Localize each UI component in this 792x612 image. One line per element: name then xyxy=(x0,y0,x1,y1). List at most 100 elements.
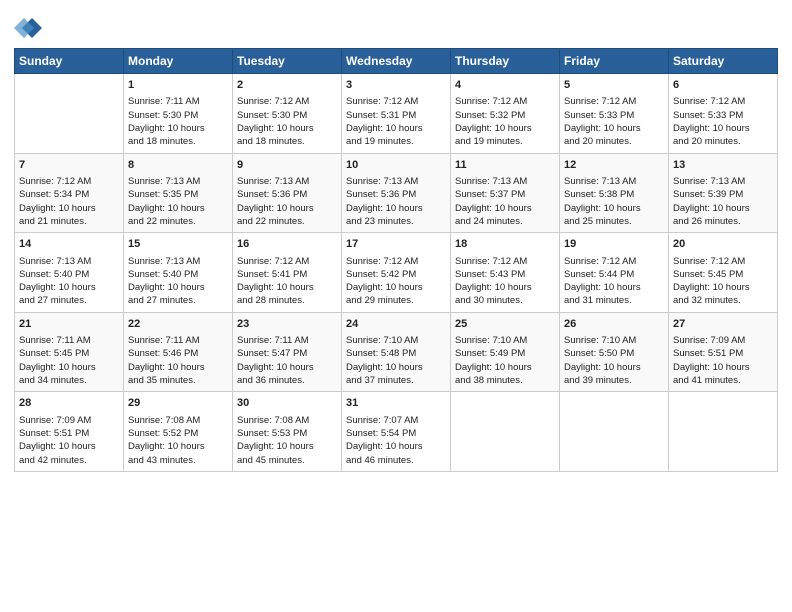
calendar-cell: 13Sunrise: 7:13 AM Sunset: 5:39 PM Dayli… xyxy=(669,153,778,233)
weekday-header-friday: Friday xyxy=(560,49,669,74)
calendar-cell: 8Sunrise: 7:13 AM Sunset: 5:35 PM Daylig… xyxy=(124,153,233,233)
cell-content: Sunrise: 7:10 AM Sunset: 5:49 PM Dayligh… xyxy=(455,334,555,387)
calendar-cell: 1 Sunrise: 7:11 AM Sunset: 5:30 PM Daylig… xyxy=(124,74,233,154)
cell-content: Sunrise: 7:09 AM Sunset: 5:51 PM Dayligh… xyxy=(19,414,119,467)
week-row-4: 21Sunrise: 7:11 AM Sunset: 5:45 PM Dayli… xyxy=(15,312,778,392)
calendar-table: SundayMondayTuesdayWednesdayThursdayFrid… xyxy=(14,48,778,472)
calendar-cell xyxy=(669,392,778,472)
calendar-cell: 6 Sunrise: 7:12 AM Sunset: 5:33 PM Daylig… xyxy=(669,74,778,154)
cell-content: Sunrise: 7:12 AM Sunset: 5:43 PM Dayligh… xyxy=(455,255,555,308)
calendar-cell: 30 Sunrise: 7:08 AM Sunset: 5:53 PM Dayli… xyxy=(233,392,342,472)
day-number: 29 xyxy=(128,396,228,411)
cell-content: Sunrise: 7:13 AM Sunset: 5:40 PM Dayligh… xyxy=(128,255,228,308)
calendar-cell xyxy=(560,392,669,472)
day-number: 20 xyxy=(673,237,773,252)
day-number: 2 xyxy=(237,78,337,93)
calendar-cell: 2Sunrise: 7:12 AM Sunset: 5:30 PM Daylig… xyxy=(233,74,342,154)
weekday-row: SundayMondayTuesdayWednesdayThursdayFrid… xyxy=(15,49,778,74)
day-number: 12 xyxy=(564,158,664,173)
calendar-cell: 24 Sunrise: 7:10 AM Sunset: 5:48 PM Dayli… xyxy=(342,312,451,392)
day-number: 31 xyxy=(346,396,446,411)
calendar-cell: 15 Sunrise: 7:13 AM Sunset: 5:40 PM Dayli… xyxy=(124,233,233,313)
week-row-5: 28 Sunrise: 7:09 AM Sunset: 5:51 PM Dayli… xyxy=(15,392,778,472)
weekday-header-sunday: Sunday xyxy=(15,49,124,74)
day-number: 25 xyxy=(455,317,555,332)
cell-content: Sunrise: 7:08 AM Sunset: 5:53 PM Dayligh… xyxy=(237,414,337,467)
cell-content: Sunrise: 7:12 AM Sunset: 5:32 PM Dayligh… xyxy=(455,95,555,148)
week-row-1: 1 Sunrise: 7:11 AM Sunset: 5:30 PM Daylig… xyxy=(15,74,778,154)
weekday-header-thursday: Thursday xyxy=(451,49,560,74)
weekday-header-saturday: Saturday xyxy=(669,49,778,74)
calendar-cell: 19 Sunrise: 7:12 AM Sunset: 5:44 PM Dayli… xyxy=(560,233,669,313)
day-number: 10 xyxy=(346,158,446,173)
calendar-cell: 5 Sunrise: 7:12 AM Sunset: 5:33 PM Daylig… xyxy=(560,74,669,154)
cell-content: Sunrise: 7:12 AM Sunset: 5:41 PM Dayligh… xyxy=(237,255,337,308)
day-number: 14 xyxy=(19,237,119,252)
day-number: 11 xyxy=(455,158,555,173)
calendar-cell: 31 Sunrise: 7:07 AM Sunset: 5:54 PM Dayli… xyxy=(342,392,451,472)
calendar-cell: 18Sunrise: 7:12 AM Sunset: 5:43 PM Dayli… xyxy=(451,233,560,313)
calendar-cell: 25 Sunrise: 7:10 AM Sunset: 5:49 PM Dayli… xyxy=(451,312,560,392)
calendar-cell: 26Sunrise: 7:10 AM Sunset: 5:50 PM Dayli… xyxy=(560,312,669,392)
cell-content: Sunrise: 7:12 AM Sunset: 5:45 PM Dayligh… xyxy=(673,255,773,308)
day-number: 5 xyxy=(564,78,664,93)
day-number: 17 xyxy=(346,237,446,252)
cell-content: Sunrise: 7:11 AM Sunset: 5:30 PM Dayligh… xyxy=(128,95,228,148)
weekday-header-monday: Monday xyxy=(124,49,233,74)
day-number: 15 xyxy=(128,237,228,252)
page-container: SundayMondayTuesdayWednesdayThursdayFrid… xyxy=(0,0,792,478)
day-number: 7 xyxy=(19,158,119,173)
calendar-cell: 23 Sunrise: 7:11 AM Sunset: 5:47 PM Dayli… xyxy=(233,312,342,392)
cell-content: Sunrise: 7:10 AM Sunset: 5:50 PM Dayligh… xyxy=(564,334,664,387)
cell-content: Sunrise: 7:13 AM Sunset: 5:40 PM Dayligh… xyxy=(19,255,119,308)
calendar-cell: 29 Sunrise: 7:08 AM Sunset: 5:52 PM Dayli… xyxy=(124,392,233,472)
cell-content: Sunrise: 7:11 AM Sunset: 5:46 PM Dayligh… xyxy=(128,334,228,387)
logo xyxy=(14,14,44,42)
calendar-cell xyxy=(451,392,560,472)
calendar-cell: 22Sunrise: 7:11 AM Sunset: 5:46 PM Dayli… xyxy=(124,312,233,392)
calendar-cell: 4 Sunrise: 7:12 AM Sunset: 5:32 PM Daylig… xyxy=(451,74,560,154)
cell-content: Sunrise: 7:10 AM Sunset: 5:48 PM Dayligh… xyxy=(346,334,446,387)
day-number: 24 xyxy=(346,317,446,332)
calendar-body: 1 Sunrise: 7:11 AM Sunset: 5:30 PM Daylig… xyxy=(15,74,778,472)
cell-content: Sunrise: 7:09 AM Sunset: 5:51 PM Dayligh… xyxy=(673,334,773,387)
day-number: 28 xyxy=(19,396,119,411)
header xyxy=(14,10,778,42)
calendar-cell: 27Sunrise: 7:09 AM Sunset: 5:51 PM Dayli… xyxy=(669,312,778,392)
calendar-cell: 9Sunrise: 7:13 AM Sunset: 5:36 PM Daylig… xyxy=(233,153,342,233)
cell-content: Sunrise: 7:08 AM Sunset: 5:52 PM Dayligh… xyxy=(128,414,228,467)
day-number: 1 xyxy=(128,78,228,93)
calendar-cell: 3Sunrise: 7:12 AM Sunset: 5:31 PM Daylig… xyxy=(342,74,451,154)
day-number: 4 xyxy=(455,78,555,93)
day-number: 19 xyxy=(564,237,664,252)
day-number: 6 xyxy=(673,78,773,93)
weekday-header-tuesday: Tuesday xyxy=(233,49,342,74)
cell-content: Sunrise: 7:13 AM Sunset: 5:37 PM Dayligh… xyxy=(455,175,555,228)
day-number: 3 xyxy=(346,78,446,93)
cell-content: Sunrise: 7:11 AM Sunset: 5:47 PM Dayligh… xyxy=(237,334,337,387)
cell-content: Sunrise: 7:12 AM Sunset: 5:33 PM Dayligh… xyxy=(673,95,773,148)
cell-content: Sunrise: 7:13 AM Sunset: 5:36 PM Dayligh… xyxy=(346,175,446,228)
cell-content: Sunrise: 7:07 AM Sunset: 5:54 PM Dayligh… xyxy=(346,414,446,467)
logo-icon xyxy=(14,14,42,42)
day-number: 21 xyxy=(19,317,119,332)
week-row-3: 14 Sunrise: 7:13 AM Sunset: 5:40 PM Dayli… xyxy=(15,233,778,313)
calendar-cell: 11 Sunrise: 7:13 AM Sunset: 5:37 PM Dayli… xyxy=(451,153,560,233)
cell-content: Sunrise: 7:12 AM Sunset: 5:33 PM Dayligh… xyxy=(564,95,664,148)
cell-content: Sunrise: 7:13 AM Sunset: 5:36 PM Dayligh… xyxy=(237,175,337,228)
day-number: 23 xyxy=(237,317,337,332)
day-number: 16 xyxy=(237,237,337,252)
calendar-cell: 14 Sunrise: 7:13 AM Sunset: 5:40 PM Dayli… xyxy=(15,233,124,313)
day-number: 30 xyxy=(237,396,337,411)
cell-content: Sunrise: 7:13 AM Sunset: 5:35 PM Dayligh… xyxy=(128,175,228,228)
cell-content: Sunrise: 7:13 AM Sunset: 5:39 PM Dayligh… xyxy=(673,175,773,228)
calendar-cell: 10 Sunrise: 7:13 AM Sunset: 5:36 PM Dayli… xyxy=(342,153,451,233)
calendar-cell: 16 Sunrise: 7:12 AM Sunset: 5:41 PM Dayli… xyxy=(233,233,342,313)
cell-content: Sunrise: 7:12 AM Sunset: 5:44 PM Dayligh… xyxy=(564,255,664,308)
calendar-cell: 28 Sunrise: 7:09 AM Sunset: 5:51 PM Dayli… xyxy=(15,392,124,472)
calendar-cell xyxy=(15,74,124,154)
cell-content: Sunrise: 7:13 AM Sunset: 5:38 PM Dayligh… xyxy=(564,175,664,228)
calendar-cell: 7Sunrise: 7:12 AM Sunset: 5:34 PM Daylig… xyxy=(15,153,124,233)
cell-content: Sunrise: 7:12 AM Sunset: 5:42 PM Dayligh… xyxy=(346,255,446,308)
calendar-cell: 17 Sunrise: 7:12 AM Sunset: 5:42 PM Dayli… xyxy=(342,233,451,313)
